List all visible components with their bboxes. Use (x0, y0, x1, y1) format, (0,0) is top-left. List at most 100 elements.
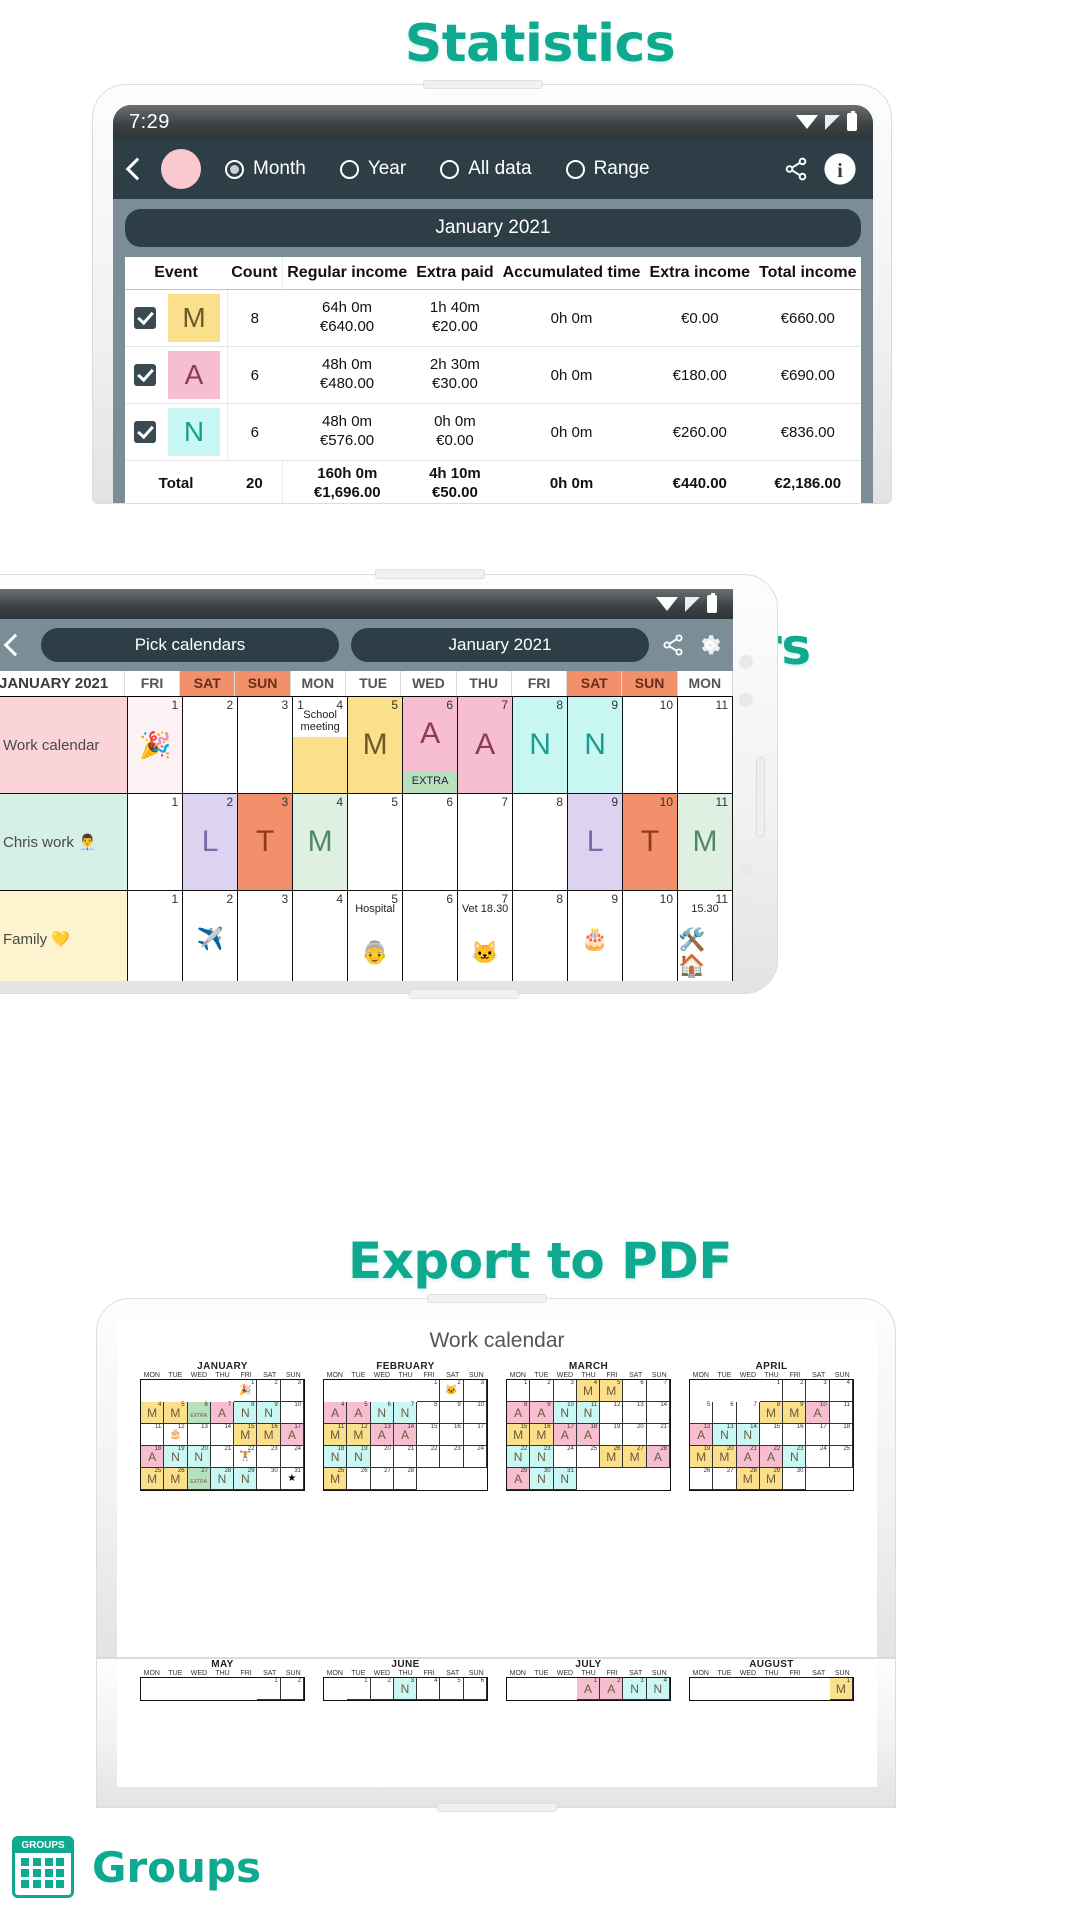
calendar-cell[interactable]: 10 (623, 891, 679, 981)
calendar-cell[interactable]: 2 (183, 697, 239, 793)
pdf-day-number: 16 (543, 1424, 551, 1430)
calendar-cell[interactable]: 5M (348, 697, 404, 793)
export-screen-lower: MAY MON TUE WED THU FRI SAT SUN 1 2 JUNE MON TUE WED T… (117, 1659, 877, 1787)
pdf-day-number: 13 (201, 1424, 208, 1430)
back-chevron-icon[interactable] (3, 633, 27, 657)
pdf-cell: 1 (417, 1380, 441, 1402)
pdf-month-grid: 1 2 🐱 3 4 A 5 A 6 N 7 N 8 9 10 11 M 12 M 13 A 14 A 15 16 17 18 N 19 N… (323, 1379, 488, 1491)
pdf-dow: WED (373, 1670, 391, 1677)
pdf-cell-empty (187, 1678, 211, 1700)
calendar-cell[interactable]: 4 (293, 891, 349, 981)
radio-month[interactable]: Month (225, 158, 306, 180)
calendar-cell[interactable]: 10 (623, 697, 679, 793)
pdf-cell: 23 (440, 1446, 464, 1468)
radio-all-data[interactable]: All data (440, 158, 532, 180)
pdf-cell-letter: A (583, 1681, 592, 1696)
table-row[interactable]: N 6 48h 0m €576.00 0h 0m €0.00 0h 0m €260.00 €83… (125, 403, 861, 461)
calendar-cell[interactable]: 6 (403, 891, 459, 981)
table-row[interactable]: A 6 48h 0m €480.00 2h 30m €30.00 0h 0m €180.00 €… (125, 346, 861, 404)
pdf-dow: SUN (285, 1372, 301, 1379)
calendar-name[interactable]: Chris work 👨‍💼 (0, 794, 129, 890)
calendar-cell[interactable]: 8N (513, 697, 569, 793)
calendar-cell[interactable]: 1 🎉 (128, 697, 184, 793)
calendar-cell[interactable]: 7A (458, 697, 514, 793)
section-title-statistics: Statistics (404, 14, 676, 74)
calendar-cell[interactable]: 9L (568, 794, 624, 890)
radio-range[interactable]: Range (565, 158, 650, 180)
gear-icon[interactable] (697, 632, 723, 658)
pdf-cell: 8N (234, 1402, 258, 1424)
section-title-export: Export to PDF (348, 1232, 732, 1290)
calendar-cell[interactable]: 10 T (623, 794, 679, 890)
pdf-day-number: 19 (613, 1424, 621, 1430)
pdf-cell-letter: N (264, 1405, 273, 1420)
calendar-cell[interactable]: 1 4 School meeting (293, 697, 349, 793)
calendar-cell[interactable]: 11 M (678, 794, 733, 890)
pdf-cell-empty (234, 1678, 258, 1700)
row-accumulated-time: 0h 0m (497, 346, 646, 404)
calendar-cell[interactable]: 3 (238, 891, 294, 981)
phone-dot-d (739, 901, 753, 915)
wifi-icon (656, 597, 678, 611)
info-icon[interactable]: i (823, 152, 857, 186)
calendar-cell[interactable]: 3T (238, 794, 294, 890)
calendar-cell[interactable]: 7 Vet 18.30 🐱 (458, 891, 514, 981)
table-body: M 8 64h 0m €640.00 1h 40m €20.00 0h 0m €0.00 €66… (125, 289, 861, 503)
calendar-cell[interactable]: 1 (128, 891, 184, 981)
pdf-day-number: 3 (410, 1678, 415, 1684)
calendar-cell[interactable]: 2L (183, 794, 239, 890)
calendar-name[interactable]: Family 💛 (0, 891, 129, 981)
calendar-cell[interactable]: 8 (513, 891, 569, 981)
pdf-cell-letter: N (400, 1405, 410, 1420)
pdf-cell-empty (347, 1380, 371, 1402)
calendar-cell[interactable]: 11 (678, 697, 733, 793)
period-radio-group: Month Year All data Range (225, 158, 773, 180)
calendar-cell[interactable]: 5 Hospital 👵 (348, 891, 404, 981)
pdf-cell: 2 (280, 1678, 304, 1700)
pdf-day-number: 9 (800, 1402, 804, 1408)
day-number: 8 (556, 892, 564, 906)
calendar-cell[interactable]: 5 (348, 794, 404, 890)
table-row[interactable]: M 8 64h 0m €640.00 1h 40m €20.00 0h 0m €0.00 €66… (125, 289, 861, 347)
calendar-cell[interactable]: 2 ✈️ (183, 891, 239, 981)
month-selector[interactable]: January 2021 (351, 628, 649, 662)
pdf-cell: 26 M (164, 1468, 188, 1490)
calendar-cell[interactable]: 1 (128, 794, 184, 890)
pdf-months-row-1: JANUARY MON TUE WED THU FRI SAT SUN 1 🎉 2 3 4 M 5 M 6 EXT… (117, 1361, 877, 1491)
row-checkbox[interactable] (125, 289, 165, 347)
day-header-4: TUE (346, 671, 402, 696)
radio-label-month: Month (253, 158, 306, 179)
pdf-day-number: 26 (703, 1468, 711, 1474)
row-checkbox[interactable] (125, 403, 165, 461)
pdf-day-number: 6 (480, 1678, 484, 1684)
status-icons-2 (656, 593, 733, 613)
share-icon[interactable] (661, 633, 685, 657)
period-label[interactable]: January 2021 (125, 209, 861, 247)
calendar-name[interactable]: Work calendar (0, 697, 129, 793)
calendar-cell[interactable]: 9N (568, 697, 624, 793)
pick-calendars-button[interactable]: Pick calendars (41, 628, 339, 662)
avatar[interactable] (161, 149, 201, 189)
share-icon[interactable] (783, 156, 809, 182)
calendar-cell[interactable]: 9 🎂 (568, 891, 624, 981)
pdf-day-number: 16 (796, 1424, 804, 1430)
radio-year[interactable]: Year (339, 158, 406, 180)
pdf-day-number: 27 (726, 1468, 734, 1474)
row-checkbox[interactable] (125, 346, 165, 404)
calendar-cell[interactable]: 11 15.30 🛠️🏠 (678, 891, 733, 981)
pdf-cell: 26 M (600, 1446, 624, 1468)
day-header-3: MON (291, 671, 346, 696)
pdf-cell: 17 A (553, 1424, 577, 1446)
pdf-cell-empty (393, 1380, 418, 1402)
calendar-cell[interactable]: 7 (458, 794, 514, 890)
row-extra-paid: 0h 0m €0.00 (411, 403, 498, 461)
event-emoji-icon: 🛠️🏠 (678, 927, 706, 979)
calendar-cell[interactable]: 3 (238, 697, 294, 793)
calendar-cell[interactable]: 6 (403, 794, 459, 890)
pdf-cell: 3N (393, 1678, 418, 1700)
back-chevron-icon[interactable] (125, 157, 149, 181)
calendar-cell[interactable]: 6 A EXTRA (403, 697, 459, 793)
calendar-cell[interactable]: 4M (293, 794, 349, 890)
calendar-cell[interactable]: 8 (513, 794, 569, 890)
pdf-day-number: 18 (843, 1424, 850, 1430)
